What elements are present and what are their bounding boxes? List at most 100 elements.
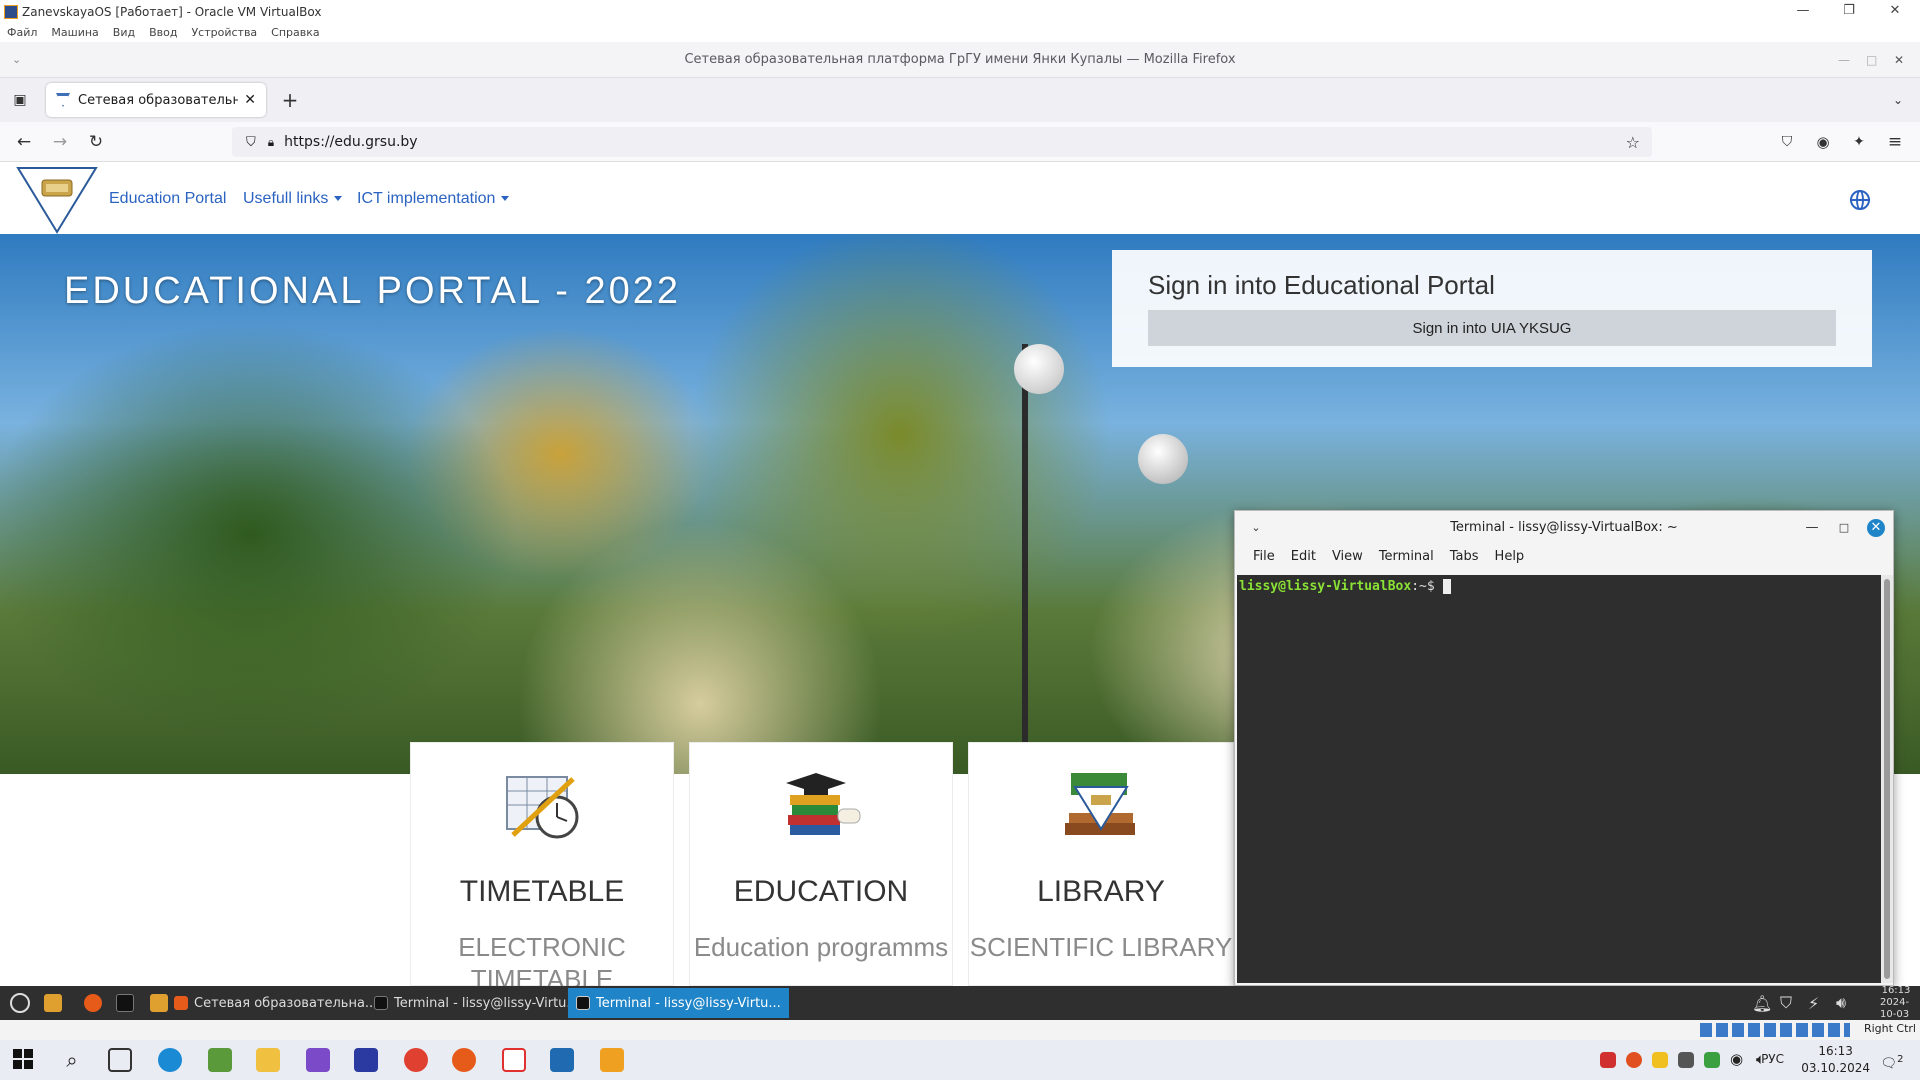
firefox-window-title: Сетевая образовательная платформа ГрГУ и… — [684, 52, 1236, 67]
windows-date: 03.10.2024 — [1801, 1061, 1870, 1075]
notification-center-icon[interactable]: 🗨︎2 — [1880, 1048, 1904, 1072]
terminal-window[interactable]: ⌄ Terminal - lissy@lissy-VirtualBox: ~ —… — [1234, 510, 1894, 986]
taskbar-item-terminal[interactable]: Terminal - lissy@lissy-Virtu... — [366, 988, 587, 1018]
tray-icon[interactable] — [1704, 1052, 1720, 1068]
edge-icon[interactable] — [158, 1048, 182, 1072]
chevron-down-icon[interactable]: ⌄ — [12, 42, 21, 78]
card-title: TIMETABLE — [459, 875, 625, 908]
menu-devices[interactable]: Устройства — [184, 24, 264, 42]
back-icon[interactable]: ← — [12, 130, 36, 154]
terminal-menu-help[interactable]: Help — [1487, 545, 1533, 569]
terminal-output[interactable]: lissy@lissy-VirtualBox:~$ — [1237, 575, 1881, 983]
terminal-scrollbar[interactable] — [1881, 575, 1893, 983]
nav-education-portal[interactable]: Education Portal — [109, 190, 226, 208]
files-launcher-icon[interactable] — [36, 988, 76, 1018]
nav-useful-links[interactable]: Usefull links — [243, 190, 343, 208]
card-timetable[interactable]: TIMETABLE ELECTRONIC TIMETABLE — [410, 742, 674, 994]
chrome-icon[interactable] — [404, 1048, 428, 1072]
status-device-icons[interactable] — [1700, 1023, 1850, 1037]
timetable-icon — [506, 776, 579, 839]
card-education[interactable]: EDUCATION Education programms — [689, 742, 953, 986]
maximize-icon[interactable]: □ — [1835, 519, 1853, 537]
zanevskaya-vm-icon[interactable] — [600, 1048, 624, 1072]
guest-date: 2024-10-03 — [1880, 997, 1910, 1020]
firefox-icon[interactable] — [452, 1048, 476, 1072]
minimize-icon[interactable]: — — [1803, 519, 1821, 537]
list-tabs-icon[interactable]: ⌄ — [1886, 88, 1910, 112]
restore-icon[interactable]: ❐ — [1826, 0, 1872, 24]
firefox-titlebar: ⌄ Сетевая образовательная платформа ГрГУ… — [0, 42, 1920, 78]
pocket-icon[interactable]: ⛉ — [1775, 130, 1799, 154]
windows-clock[interactable]: 16:13 03.10.2024 — [1801, 1043, 1870, 1077]
tray-icon[interactable] — [1600, 1052, 1616, 1068]
taskbar-item-label: Terminal - lissy@lissy-Virtu... — [394, 995, 579, 1011]
maximize-icon[interactable]: □ — [1866, 42, 1877, 78]
mint-menu-icon[interactable] — [2, 988, 38, 1018]
bookmark-star-icon[interactable]: ☆ — [1626, 133, 1640, 152]
menu-view[interactable]: Вид — [106, 24, 142, 42]
library-books-icon — [1065, 773, 1135, 835]
taskbar-item-firefox[interactable]: Сетевая образовательна... — [166, 988, 385, 1018]
url-bar[interactable]: ⛉ 🔒︎ https://edu.grsu.by ☆ — [232, 127, 1652, 157]
visual-studio-icon[interactable] — [306, 1048, 330, 1072]
extensions-icon[interactable]: ✦ — [1847, 130, 1871, 154]
taskbar-item-label: Сетевая образовательна... — [194, 995, 378, 1011]
guest-clock[interactable]: 16:13 2024-10-03 — [1872, 985, 1920, 1020]
terminal-menu-terminal[interactable]: Terminal — [1371, 545, 1442, 569]
prompt-path: :~$ — [1411, 579, 1435, 594]
card-library[interactable]: LIBRARY SCIENTIFIC LIBRARY — [968, 742, 1234, 986]
language-globe-icon[interactable] — [1850, 190, 1870, 210]
close-icon[interactable]: ✕ — [1872, 0, 1918, 24]
caret-down-icon — [501, 196, 510, 202]
volume-icon[interactable]: 🔊︎ — [1828, 988, 1854, 1018]
shield-icon[interactable]: ⛉ — [246, 135, 256, 150]
minimize-icon[interactable]: — — [1780, 0, 1826, 24]
site-navbar: Education Portal Usefull links ICT imple… — [0, 162, 1920, 234]
close-icon[interactable]: ✕ — [1867, 519, 1885, 537]
floppy-app-icon[interactable] — [354, 1048, 378, 1072]
search-icon[interactable]: ⌕ — [60, 1048, 84, 1072]
menu-machine[interactable]: Машина — [44, 24, 105, 42]
nav-ict-implementation[interactable]: ICT implementation — [357, 190, 510, 208]
firefox-tabbar: ▣ Сетевая образовательная ✕ + ⌄ — [0, 78, 1920, 122]
guest-panel: Сетевая образовательна... Terminal - lis… — [0, 985, 1920, 1020]
new-tab-icon[interactable]: + — [278, 88, 302, 112]
tray-icon[interactable] — [1678, 1052, 1694, 1068]
taskbar-item-terminal-active[interactable]: Terminal - lissy@lissy-Virtu... — [568, 988, 789, 1018]
hamburger-menu-icon[interactable]: ≡ — [1883, 130, 1907, 154]
wifi-icon[interactable]: ◉ — [1730, 1050, 1748, 1074]
power-icon[interactable]: ⚡ — [1800, 988, 1827, 1018]
minimize-icon[interactable]: — — [1838, 42, 1850, 78]
menu-input[interactable]: Ввод — [142, 24, 184, 42]
shield-icon[interactable]: ⛉ — [1772, 988, 1800, 1018]
terminal-menu-tabs[interactable]: Tabs — [1442, 545, 1487, 569]
account-icon[interactable]: ◉ — [1811, 130, 1835, 154]
reload-icon[interactable]: ↻ — [84, 130, 108, 154]
file-explorer-icon[interactable] — [256, 1048, 280, 1072]
forward-icon[interactable]: → — [48, 130, 72, 154]
tray-icon[interactable] — [1626, 1052, 1642, 1068]
browser-tab[interactable]: Сетевая образовательная ✕ — [46, 83, 266, 117]
terminal-menu-view[interactable]: View — [1324, 545, 1371, 569]
virtualbox-taskbar-icon[interactable] — [550, 1048, 574, 1072]
card-title: LIBRARY — [1037, 875, 1165, 908]
signin-panel: Sign in into Educational Portal Sign in … — [1112, 250, 1872, 367]
tray-icon[interactable] — [1652, 1052, 1668, 1068]
terminal-menu-edit[interactable]: Edit — [1283, 545, 1324, 569]
terminal-menu-file[interactable]: File — [1245, 545, 1283, 569]
app-icon[interactable] — [502, 1048, 526, 1072]
tab-overview-icon[interactable]: ▣ — [8, 88, 32, 112]
menu-help[interactable]: Справка — [264, 24, 326, 42]
grsu-logo[interactable] — [16, 164, 98, 234]
caret-down-icon — [334, 196, 343, 202]
menu-file[interactable]: Файл — [0, 24, 44, 42]
signin-uia-button[interactable]: Sign in into UIA YKSUG — [1148, 310, 1836, 346]
language-indicator[interactable]: РУС — [1761, 1052, 1784, 1066]
close-tab-icon[interactable]: ✕ — [244, 92, 256, 108]
close-icon[interactable]: ✕ — [1894, 42, 1904, 78]
task-view-icon[interactable] — [108, 1048, 132, 1072]
terminal-menubar: File Edit View Terminal Tabs Help — [1235, 545, 1893, 569]
pen-app-icon[interactable] — [208, 1048, 232, 1072]
windows-start-icon[interactable] — [12, 1048, 36, 1072]
lamp-globe — [1014, 344, 1064, 394]
